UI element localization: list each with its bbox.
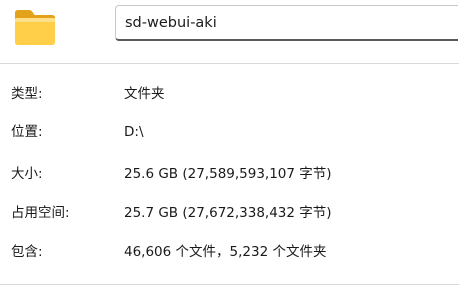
- contains-value: 46,606 个文件，5,232 个文件夹: [124, 244, 327, 260]
- type-value: 文件夹: [124, 86, 165, 102]
- property-row-contains: 包含: 46,606 个文件，5,232 个文件夹: [0, 242, 459, 262]
- size-label: 大小:: [11, 166, 43, 182]
- property-row-type: 类型: 文件夹: [0, 84, 459, 104]
- folder-icon: [13, 7, 57, 47]
- folder-name-input[interactable]: [115, 5, 458, 41]
- size-value: 25.6 GB (27,589,593,107 字节): [124, 166, 332, 182]
- size-on-disk-value: 25.7 GB (27,672,338,432 字节): [124, 205, 332, 221]
- property-row-size: 大小: 25.6 GB (27,589,593,107 字节): [0, 164, 459, 184]
- divider: [0, 63, 459, 64]
- contains-label: 包含:: [11, 244, 43, 260]
- type-label: 类型:: [11, 86, 43, 102]
- property-row-location: 位置: D:\: [0, 122, 459, 142]
- location-value: D:\: [124, 124, 144, 140]
- size-on-disk-label: 占用空间:: [11, 205, 70, 221]
- location-label: 位置:: [11, 124, 43, 140]
- property-row-size-on-disk: 占用空间: 25.7 GB (27,672,338,432 字节): [0, 203, 459, 223]
